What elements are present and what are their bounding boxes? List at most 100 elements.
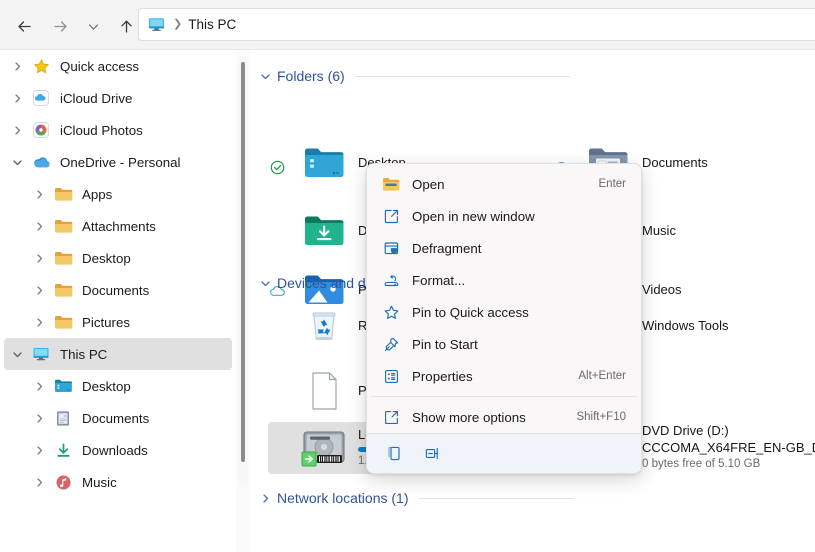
group-header-label: Folders (6) [277,68,345,84]
address-bar[interactable]: ❯ This PC [138,8,815,41]
drive-name-line2: CCCOMA_X64FRE_EN-GB_DV9 [642,440,815,456]
pin-icon [376,329,406,359]
chevron-right-icon[interactable] [26,370,52,402]
status-synced-icon [268,158,286,176]
menu-item-defragment[interactable]: Defragment [372,232,636,264]
sidebar-item-pictures[interactable]: Pictures [4,306,232,338]
sidebar-item-quick-access[interactable]: Quick access [4,50,232,82]
chevron-right-icon[interactable] [26,242,52,274]
menu-item-label: Defragment [412,240,482,256]
chevron-right-icon[interactable] [26,274,52,306]
sidebar-item-label: Downloads [82,442,148,458]
folder-name: Documents [642,154,708,170]
back-button[interactable] [6,10,42,42]
group-rule [354,75,570,77]
open-new-window-icon [376,201,406,231]
breadcrumb[interactable]: This PC [188,17,236,32]
downloads-folder-icon [300,207,348,255]
forward-button[interactable] [42,10,78,42]
desktop-icon [52,375,74,397]
chevron-down-icon [260,278,271,289]
folder-labels: Videos [642,282,682,299]
copy-icon[interactable] [375,438,413,470]
menu-item-properties[interactable]: Properties Alt+Enter [372,360,636,392]
group-header-network[interactable]: Network locations (1) [260,490,574,506]
navigation-pane[interactable]: Quick access iCloud Drive iCloud Photos One… [0,50,236,552]
chevron-right-icon [260,493,271,504]
folder-icon [52,215,74,237]
chevron-right-icon[interactable] [4,114,30,146]
menu-item-open-in-new-window[interactable]: Open in new window [372,200,636,232]
chevron-right-icon[interactable] [4,82,30,114]
menu-item-label: Pin to Quick access [412,304,529,320]
chevron-right-icon[interactable] [26,210,52,242]
recycle-bin-icon [300,302,348,350]
chevron-right-icon[interactable] [4,50,30,82]
menu-item-pin-to-quick-access[interactable]: Pin to Quick access [372,296,636,328]
documents-icon [52,407,74,429]
hard-disk-icon [300,424,348,472]
this-pc-icon [147,15,166,34]
sidebar-item-music[interactable]: Music [4,466,232,498]
folder-name: Music [642,222,676,238]
chevron-down-icon[interactable] [4,338,30,370]
sidebar-item-desktop[interactable]: Desktop [4,370,232,402]
chevron-right-icon[interactable] [26,178,52,210]
sidebar-item-attachments[interactable]: Attachments [4,210,232,242]
file-explorer-window: ❯ This PC Quick access iCloud Drive iCloud… [0,0,815,552]
folder-name: Videos [642,281,682,297]
group-rule [418,497,574,499]
sidebar-item-apps[interactable]: Apps [4,178,232,210]
rename-icon[interactable] [413,438,451,470]
folder-icon [52,183,74,205]
menu-item-accelerator: Shift+F10 [576,411,626,423]
menu-item-format[interactable]: Format... [372,264,636,296]
chevron-right-icon[interactable] [26,466,52,498]
menu-item-pin-to-start[interactable]: Pin to Start [372,328,636,360]
group-header-label: Network locations (1) [277,490,409,506]
chevron-right-icon[interactable] [26,434,52,466]
sidebar-item-downloads[interactable]: Downloads [4,434,232,466]
navigation-toolbar: ❯ This PC [0,0,815,50]
document-icon [300,367,348,415]
sidebar-item-label: OneDrive - Personal [60,154,181,170]
menu-item-label: Properties [412,368,473,384]
icloud-photos-icon [30,119,52,141]
drive-labels: DVD Drive (D:) CCCOMA_X64FRE_EN-GB_DV9 0… [642,423,815,472]
folder-icon [52,311,74,333]
star-icon [30,55,52,77]
downloads-icon [52,439,74,461]
sidebar-item-documents[interactable]: Documents [4,402,232,434]
sidebar-item-label: Documents [82,410,150,426]
sidebar-item-onedrive-personal[interactable]: OneDrive - Personal [4,146,232,178]
sidebar-item-label: iCloud Drive [60,90,133,106]
chevron-right-icon[interactable] [26,402,52,434]
context-menu-quick-actions [367,433,641,473]
navigation-scrollbar-thumb[interactable] [241,62,245,462]
onedrive-icon [30,151,52,173]
sidebar-item-desktop[interactable]: Desktop [4,242,232,274]
drive-name: Windows Tools [642,317,729,333]
sidebar-item-label: iCloud Photos [60,122,143,138]
nav-button-group [6,10,144,42]
group-header-folders[interactable]: Folders (6) [260,68,570,84]
sidebar-item-icloud-photos[interactable]: iCloud Photos [4,114,232,146]
music-icon [52,471,74,493]
sidebar-item-documents[interactable]: Documents [4,274,232,306]
defragment-icon [376,233,406,263]
recent-locations-button[interactable] [78,10,108,42]
breadcrumb-chevron-icon: ❯ [173,18,183,30]
sidebar-item-label: Pictures [82,314,131,330]
chevron-right-icon[interactable] [26,306,52,338]
sidebar-item-icloud-drive[interactable]: iCloud Drive [4,82,232,114]
menu-item-label: Format... [412,272,466,288]
sidebar-item-this-pc[interactable]: This PC [4,338,232,370]
context-menu[interactable]: Open Enter Open in new window Defragment… [366,163,642,474]
menu-separator [371,396,637,397]
sidebar-item-label: Attachments [82,218,156,234]
menu-item-label: Open in new window [412,208,535,224]
chevron-down-icon[interactable] [4,146,30,178]
drive-labels: Windows Tools [642,318,728,335]
menu-item-show-more-options[interactable]: Show more options Shift+F10 [372,401,636,433]
menu-item-open[interactable]: Open Enter [372,168,636,200]
